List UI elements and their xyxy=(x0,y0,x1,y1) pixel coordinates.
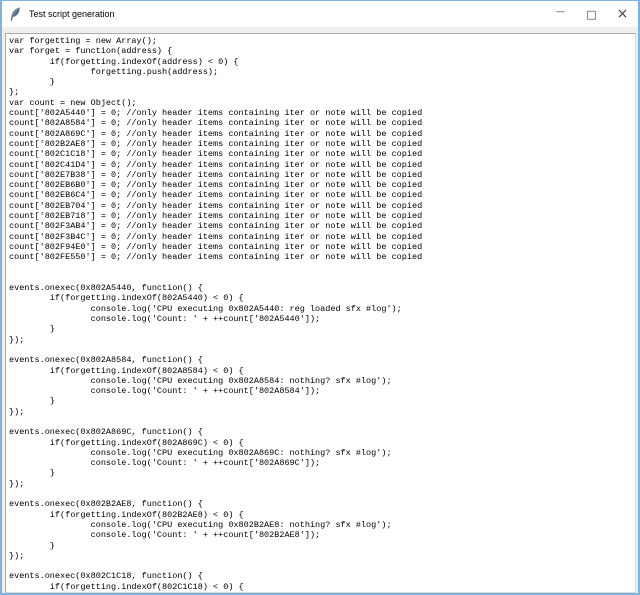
script-code: var forgetting = new Array(); var forget… xyxy=(6,34,635,593)
close-button[interactable]: × xyxy=(607,1,638,27)
minimize-icon: — xyxy=(556,7,565,17)
close-icon: × xyxy=(617,6,629,22)
script-text-area[interactable]: var forgetting = new Array(); var forget… xyxy=(5,33,636,593)
window-title: Test script generation xyxy=(29,9,115,19)
tk-feather-icon xyxy=(8,6,22,22)
titlebar[interactable]: Test script generation — □ × xyxy=(2,1,638,27)
maximize-button[interactable]: □ xyxy=(576,1,607,27)
window-content: var forgetting = new Array(); var forget… xyxy=(2,27,638,593)
window: Test script generation — □ × var forgett… xyxy=(0,0,640,595)
minimize-button[interactable]: — xyxy=(545,1,576,27)
maximize-icon: □ xyxy=(586,8,596,21)
caption-buttons: — □ × xyxy=(545,1,638,27)
